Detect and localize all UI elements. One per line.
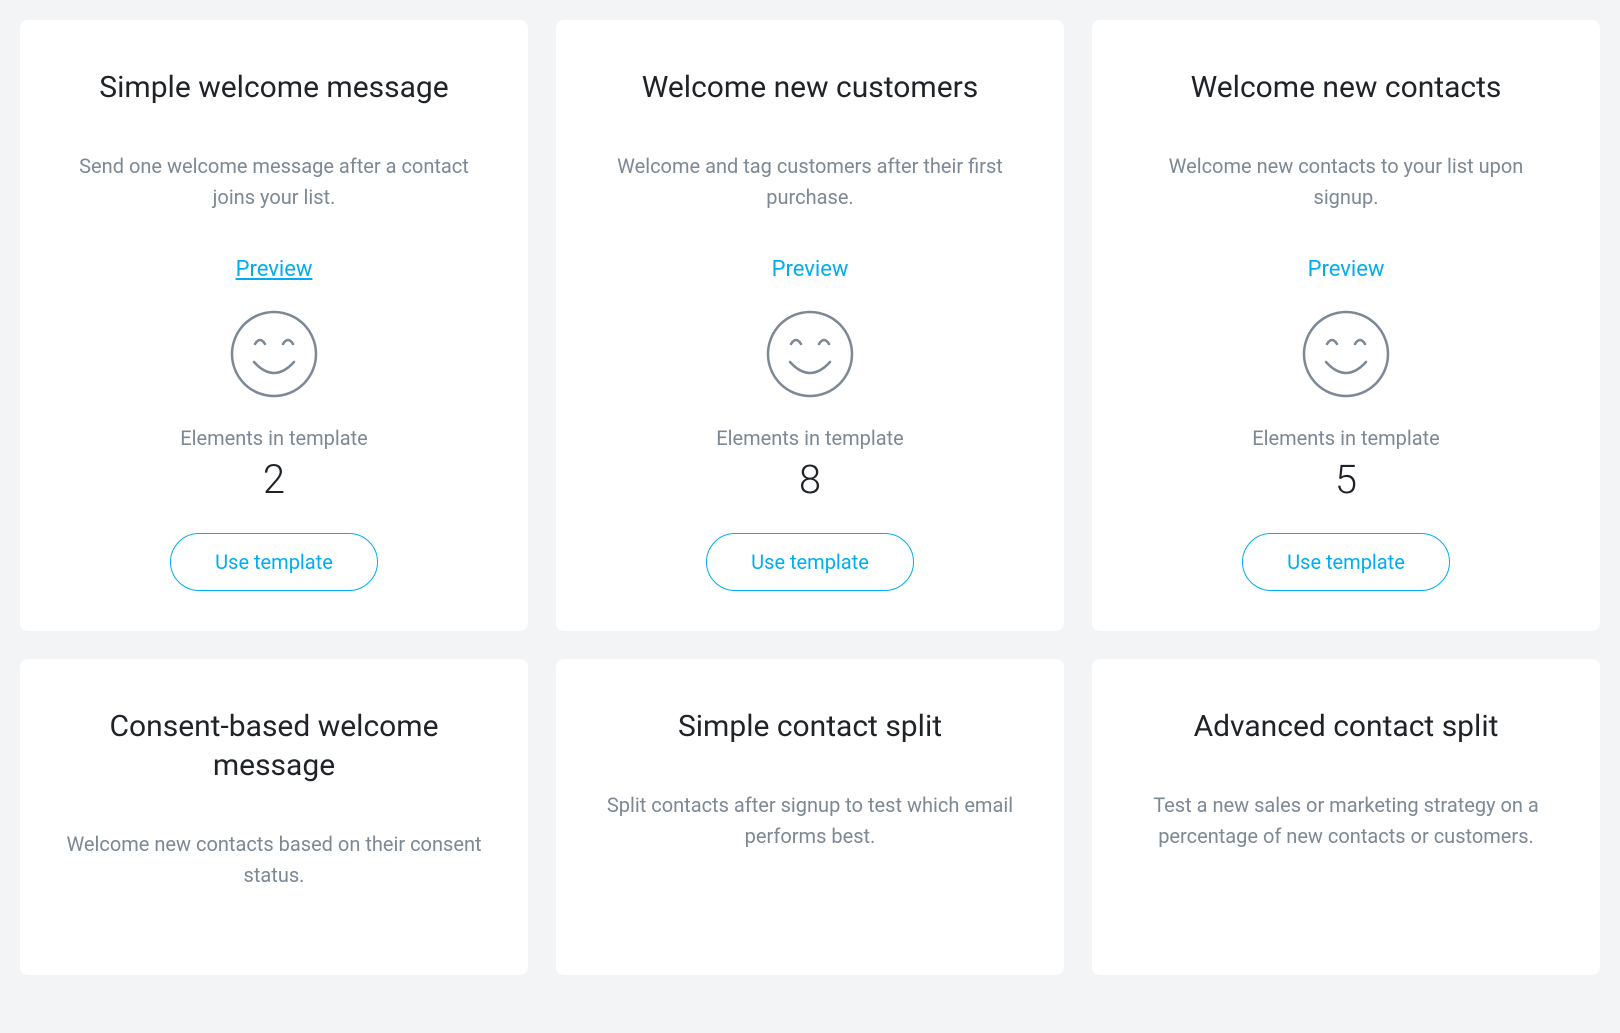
- card-title: Advanced contact split: [1194, 707, 1499, 746]
- smile-icon: [1302, 310, 1390, 398]
- elements-label: Elements in template: [180, 426, 368, 450]
- card-description: Welcome and tag customers after their fi…: [600, 151, 1020, 213]
- preview-link[interactable]: Preview: [236, 257, 313, 282]
- use-template-button[interactable]: Use template: [170, 533, 378, 591]
- elements-count: 5: [1335, 456, 1357, 503]
- template-card: Advanced contact split Test a new sales …: [1092, 659, 1600, 975]
- template-grid: Simple welcome message Send one welcome …: [20, 20, 1600, 975]
- card-title: Welcome new contacts: [1191, 68, 1502, 107]
- smile-icon: [766, 310, 854, 398]
- card-title: Simple welcome message: [99, 68, 448, 107]
- use-template-button[interactable]: Use template: [1242, 533, 1450, 591]
- template-card: Welcome new contacts Welcome new contact…: [1092, 20, 1600, 631]
- card-description: Split contacts after signup to test whic…: [600, 790, 1020, 852]
- elements-count: 2: [263, 456, 285, 503]
- elements-count: 8: [799, 456, 821, 503]
- card-title: Simple contact split: [678, 707, 942, 746]
- card-description: Welcome new contacts to your list upon s…: [1136, 151, 1556, 213]
- card-title: Consent-based welcome message: [60, 707, 488, 785]
- template-card: Consent-based welcome message Welcome ne…: [20, 659, 528, 975]
- card-description: Send one welcome message after a contact…: [64, 151, 484, 213]
- elements-label: Elements in template: [716, 426, 904, 450]
- preview-link[interactable]: Preview: [772, 257, 849, 282]
- use-template-button[interactable]: Use template: [706, 533, 914, 591]
- elements-label: Elements in template: [1252, 426, 1440, 450]
- card-title: Welcome new customers: [642, 68, 979, 107]
- template-card: Welcome new customers Welcome and tag cu…: [556, 20, 1064, 631]
- preview-link[interactable]: Preview: [1308, 257, 1385, 282]
- template-card: Simple contact split Split contacts afte…: [556, 659, 1064, 975]
- card-description: Test a new sales or marketing strategy o…: [1136, 790, 1556, 852]
- template-card: Simple welcome message Send one welcome …: [20, 20, 528, 631]
- smile-icon: [230, 310, 318, 398]
- card-description: Welcome new contacts based on their cons…: [64, 829, 484, 891]
